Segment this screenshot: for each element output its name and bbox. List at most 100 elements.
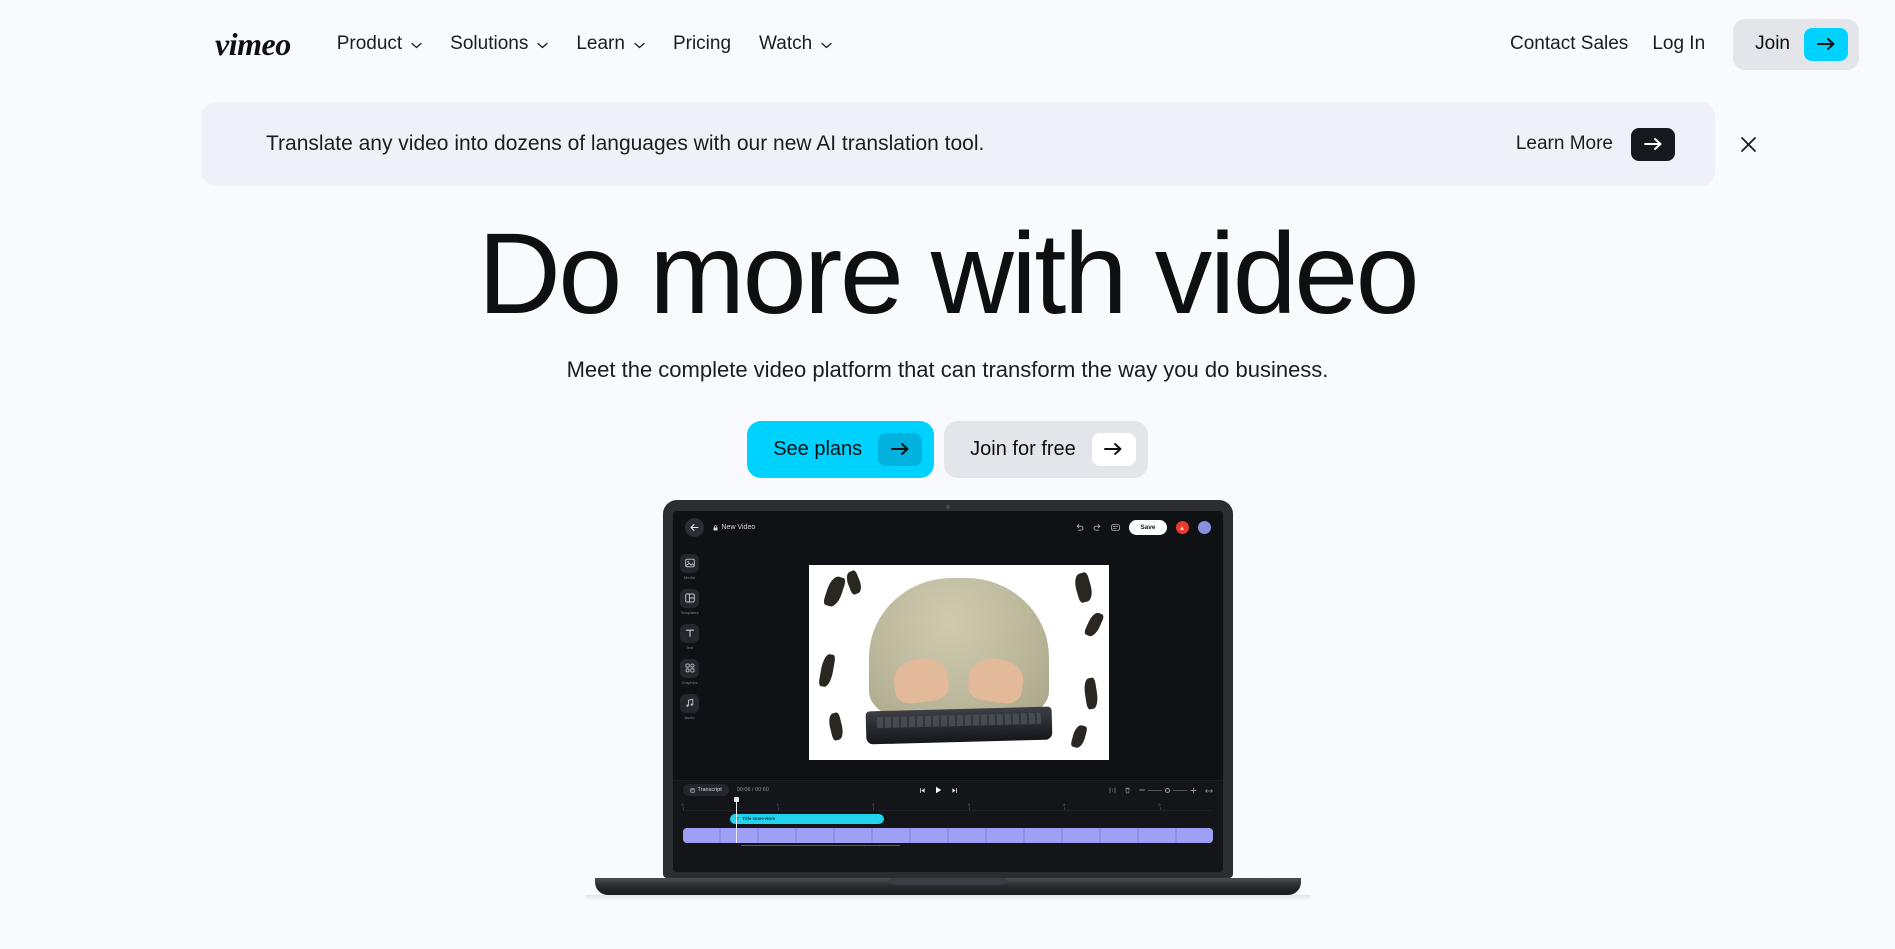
skip-previous-icon[interactable] bbox=[919, 781, 926, 799]
sidebar-item-text[interactable]: Text bbox=[680, 623, 699, 650]
join-for-free-label: Join for free bbox=[970, 437, 1076, 460]
hero-subtitle: Meet the complete video platform that ca… bbox=[566, 356, 1329, 382]
video-preview-canvas[interactable] bbox=[707, 545, 1223, 780]
skip-next-icon[interactable] bbox=[951, 781, 958, 799]
ruler-label: 4 bbox=[1062, 801, 1066, 807]
promo-learn-more-button[interactable]: Learn More bbox=[1515, 127, 1675, 161]
see-plans-button[interactable]: See plans bbox=[747, 420, 935, 478]
audio-icon bbox=[680, 693, 699, 713]
timeline-toolbar: Transcript 00:06 / 00:60 bbox=[673, 781, 1223, 800]
contact-sales-link[interactable]: Contact Sales bbox=[1498, 25, 1640, 63]
person-subject bbox=[868, 578, 1049, 723]
timeline-ruler[interactable]: 0 1 2 3 4 5 bbox=[681, 800, 1213, 811]
decorative-shard bbox=[1082, 677, 1099, 710]
nav-item-learn[interactable]: Learn bbox=[562, 25, 659, 63]
decorative-shard bbox=[1082, 610, 1105, 639]
text-clip[interactable]: Title Goes Here bbox=[730, 813, 884, 824]
sidebar-item-media[interactable]: Media bbox=[680, 553, 699, 580]
save-button[interactable]: Save bbox=[1129, 520, 1167, 536]
header-actions: Contact Sales Log In Join bbox=[1498, 18, 1859, 70]
play-icon[interactable] bbox=[935, 781, 942, 799]
sidebar-item-graphics[interactable]: Graphics bbox=[680, 658, 699, 685]
chevron-down-icon bbox=[634, 42, 645, 49]
slider-track bbox=[1172, 789, 1187, 791]
zoom-in-icon bbox=[1190, 787, 1196, 794]
join-label: Join bbox=[1755, 33, 1790, 54]
sidebar-item-audio[interactable]: Audio bbox=[680, 693, 699, 720]
arrow-left-icon bbox=[690, 524, 698, 532]
templates-icon bbox=[680, 588, 699, 608]
editor-tool-sidebar: Media Templates Text Graphics Audio bbox=[673, 545, 707, 780]
chevron-down-icon bbox=[411, 42, 422, 49]
log-in-link[interactable]: Log In bbox=[1640, 25, 1717, 63]
nav-item-solutions[interactable]: Solutions bbox=[436, 25, 562, 63]
project-title[interactable]: New Video bbox=[713, 524, 756, 532]
site-header: vimeo Product Solutions Learn Pricing Wa… bbox=[0, 0, 1895, 88]
nav-label: Solutions bbox=[450, 33, 529, 54]
avatar[interactable] bbox=[1175, 521, 1189, 535]
video-editor-app: New Video Save Media Templates Text Grap… bbox=[672, 510, 1223, 872]
keyboard-object bbox=[865, 706, 1052, 745]
sidebar-item-label: Templates bbox=[680, 609, 699, 615]
decorative-shard bbox=[817, 653, 836, 689]
timeline-zoom-slider[interactable] bbox=[1138, 787, 1197, 794]
editor-topbar-actions: Save bbox=[1075, 520, 1211, 536]
slider-knob[interactable] bbox=[1164, 787, 1170, 793]
back-button[interactable] bbox=[684, 518, 704, 538]
nav-label: Watch bbox=[759, 33, 813, 54]
chevron-down-icon bbox=[537, 42, 548, 49]
playhead[interactable] bbox=[733, 796, 739, 843]
sidebar-item-label: Text bbox=[685, 644, 694, 650]
transcript-icon bbox=[689, 787, 695, 793]
close-banner-button[interactable] bbox=[1735, 131, 1761, 157]
chevron-down-icon bbox=[821, 42, 832, 49]
nav-label: Learn bbox=[576, 33, 625, 54]
nav-item-product[interactable]: Product bbox=[323, 25, 436, 63]
close-icon bbox=[1740, 136, 1756, 152]
transcript-label: Transcript bbox=[697, 787, 722, 794]
transcript-button[interactable]: Transcript bbox=[682, 784, 729, 797]
fit-to-width-icon[interactable] bbox=[1204, 781, 1213, 799]
graphics-icon bbox=[680, 658, 699, 678]
nav-item-watch[interactable]: Watch bbox=[745, 25, 846, 63]
playback-controls bbox=[919, 781, 958, 799]
sidebar-item-templates[interactable]: Templates bbox=[680, 588, 699, 615]
avatar[interactable] bbox=[1197, 521, 1211, 535]
split-clip-icon[interactable] bbox=[1109, 781, 1116, 799]
hero-cta-row: See plans Join for free bbox=[0, 420, 1895, 478]
hero-section: Do more with video Meet the complete vid… bbox=[0, 214, 1895, 478]
sidebar-item-label: Graphics bbox=[681, 679, 698, 685]
decorative-shard bbox=[826, 711, 845, 742]
laptop-mockup: New Video Save Media Templates Text Grap… bbox=[0, 499, 1895, 900]
vimeo-logo[interactable]: vimeo bbox=[215, 26, 291, 63]
page-title: Do more with video bbox=[477, 210, 1420, 338]
video-preview-frame bbox=[808, 564, 1109, 760]
decorative-shard bbox=[822, 574, 846, 610]
delete-clip-icon[interactable] bbox=[1124, 781, 1131, 799]
webcam-icon bbox=[945, 504, 950, 509]
ruler-label: 3 bbox=[967, 801, 970, 807]
video-clip[interactable] bbox=[682, 827, 1213, 843]
slider-track bbox=[1147, 789, 1162, 791]
ruler-label: 1 bbox=[776, 801, 780, 807]
undo-icon[interactable] bbox=[1075, 523, 1084, 532]
promo-banner-text: Translate any video into dozens of langu… bbox=[266, 132, 985, 155]
redo-icon[interactable] bbox=[1093, 523, 1102, 532]
sidebar-item-label: Audio bbox=[684, 714, 695, 720]
join-button[interactable]: Join bbox=[1733, 18, 1859, 70]
promo-learn-more-label: Learn More bbox=[1515, 133, 1613, 154]
nav-label: Pricing bbox=[672, 33, 732, 54]
editor-body: Media Templates Text Graphics Audio bbox=[673, 545, 1223, 780]
join-for-free-button[interactable]: Join for free bbox=[944, 420, 1148, 478]
captions-icon[interactable] bbox=[1111, 523, 1121, 532]
primary-nav: Product Solutions Learn Pricing Watch bbox=[323, 25, 846, 63]
text-icon bbox=[680, 623, 699, 643]
project-title-label: New Video bbox=[721, 524, 756, 532]
promo-banner-row: Translate any video into dozens of langu… bbox=[202, 102, 1756, 186]
zoom-out-icon bbox=[1138, 789, 1145, 791]
nav-item-pricing[interactable]: Pricing bbox=[659, 25, 745, 63]
laptop-foot-shadow bbox=[584, 894, 1311, 900]
arrow-right-icon bbox=[1804, 27, 1848, 61]
arrow-right-icon bbox=[1091, 432, 1136, 466]
decorative-shard bbox=[843, 569, 864, 596]
